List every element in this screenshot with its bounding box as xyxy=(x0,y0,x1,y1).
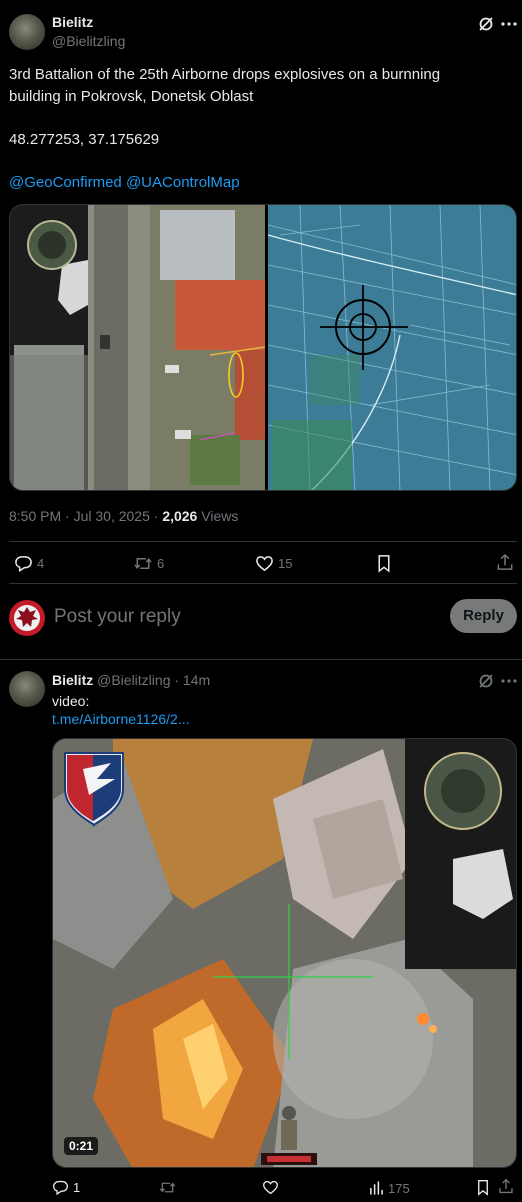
media-image-geolocation xyxy=(10,205,516,490)
reply-author-handle[interactable]: @Bielitzling xyxy=(97,672,170,688)
reply-button[interactable]: Reply xyxy=(450,599,517,633)
tweet-text-line2: building in Pokrovsk, Donetsk Oblast xyxy=(9,88,254,105)
author-avatar[interactable] xyxy=(9,14,45,50)
mention-uacontrolmap[interactable]: @UAControlMap xyxy=(126,174,240,191)
like-count: 15 xyxy=(278,556,293,571)
heart-icon xyxy=(255,554,274,573)
views-count: 2,026 xyxy=(162,508,198,524)
reply-reply-icon xyxy=(52,1179,69,1196)
user-avatar[interactable] xyxy=(9,600,45,636)
reply-share-icon[interactable] xyxy=(498,1178,514,1195)
reply-more-options-icon[interactable] xyxy=(500,672,518,690)
like-action[interactable]: 15 xyxy=(255,554,292,573)
eagle-emblem-icon xyxy=(16,607,38,627)
grok-icon[interactable] xyxy=(478,16,494,32)
author-handle[interactable]: @Bielitzling xyxy=(52,33,125,49)
share-icon[interactable] xyxy=(496,553,514,572)
reply-link[interactable]: t.me/Airborne1126/2... xyxy=(52,708,189,730)
video-duration-badge: 0:21 xyxy=(64,1137,99,1155)
tweet-coordinates: 48.277253, 37.175629 xyxy=(9,131,160,148)
video-duration: 0:21 xyxy=(69,1139,94,1153)
tweet-timestamp-views: 8:50 PM · Jul 30, 2025 · 2,026 Views xyxy=(9,508,238,524)
repost-icon xyxy=(133,554,153,573)
bookmark-icon[interactable] xyxy=(375,554,393,573)
views-chart-icon xyxy=(369,1180,384,1196)
reply-heart-icon[interactable] xyxy=(262,1179,279,1196)
reply-reply-action[interactable]: 1 xyxy=(52,1179,80,1196)
divider-top-actions xyxy=(9,541,517,542)
reply-author-name[interactable]: Bielitz xyxy=(52,672,93,688)
reply-time[interactable]: · 14m xyxy=(170,672,210,688)
repost-count: 6 xyxy=(157,556,165,571)
reply-count: 4 xyxy=(37,556,45,571)
reply-icon xyxy=(14,554,33,573)
reply-bookmark-icon[interactable] xyxy=(475,1179,491,1196)
reply-action[interactable]: 4 xyxy=(14,554,44,573)
tweet-media[interactable] xyxy=(9,204,517,491)
divider-bottom-actions xyxy=(9,583,517,584)
tweet-mentions: @GeoConfirmed @UAControlMap xyxy=(9,172,240,194)
reply-views-action[interactable]: 175 xyxy=(369,1180,410,1196)
tweet-text-line1: 3rd Battalion of the 25th Airborne drops… xyxy=(9,66,441,83)
author-name[interactable]: Bielitz xyxy=(52,14,93,30)
divider-composer xyxy=(0,659,522,660)
tweet-timestamp[interactable]: 8:50 PM · Jul 30, 2025 · xyxy=(9,508,162,524)
reply-repost-icon[interactable] xyxy=(158,1179,177,1196)
reply-author-row: Bielitz @Bielitzling · 14m xyxy=(52,672,210,688)
reply-grok-icon[interactable] xyxy=(478,673,494,689)
views-label: Views xyxy=(197,508,239,524)
repost-action[interactable]: 6 xyxy=(133,554,164,573)
video-frame-image xyxy=(53,739,516,1167)
reply-video[interactable]: 0:21 xyxy=(52,738,517,1168)
reply-reply-count: 1 xyxy=(73,1180,81,1195)
more-options-icon[interactable] xyxy=(500,15,518,33)
reply-author-avatar[interactable] xyxy=(9,671,45,707)
mention-geoconfirmed[interactable]: @GeoConfirmed xyxy=(9,174,122,191)
reply-input[interactable]: Post your reply xyxy=(54,606,181,628)
reply-views-count: 175 xyxy=(388,1180,410,1196)
